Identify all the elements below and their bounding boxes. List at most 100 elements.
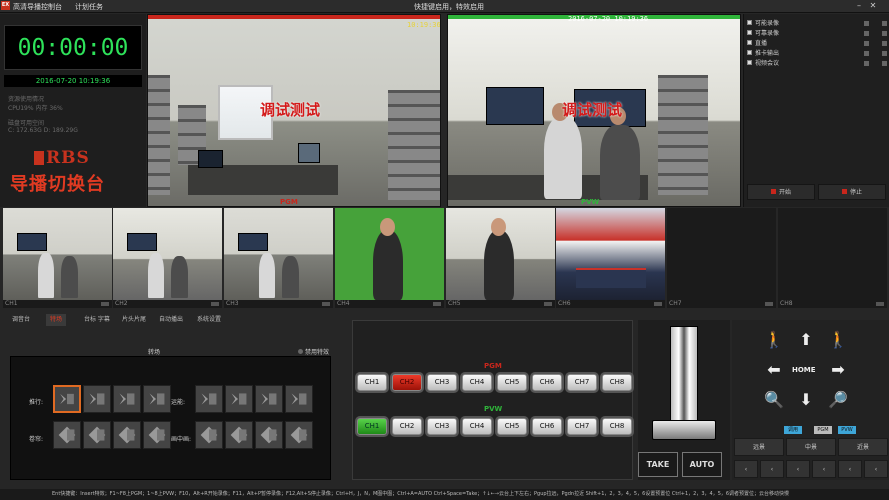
transition-fade-icon[interactable] (225, 385, 253, 413)
minimize-icon[interactable]: – (854, 1, 864, 11)
channel-thumb[interactable]: CH8 (778, 208, 887, 308)
close-icon[interactable]: ✕ (868, 1, 878, 11)
pvw-ch1-button[interactable]: CH1 (357, 418, 387, 435)
channel-thumb[interactable]: CH7 (667, 208, 776, 308)
preset-slot-button[interactable]: ‹ (838, 460, 862, 478)
preset-far[interactable]: 远景 (734, 438, 784, 456)
tab-audio[interactable]: 调音台 (12, 314, 30, 326)
disable-effects-toggle[interactable]: 禁用特效 (298, 347, 329, 356)
stop-button[interactable]: 停止 (818, 184, 886, 200)
zoom-in-icon[interactable]: 🔍 (762, 388, 786, 412)
transition-cross-icon[interactable] (195, 385, 223, 413)
pvw-timestamp: 2016-07-20 10:19:36 (568, 15, 649, 23)
arrow-down-icon[interactable]: ⬇ (794, 388, 818, 412)
brand-logo-text: RBS (46, 148, 90, 168)
transition-pgm2-icon[interactable] (285, 421, 313, 449)
task-item[interactable]: 可靠录像 (747, 30, 889, 38)
arrow-up-icon[interactable]: ⬆ (794, 328, 818, 352)
channel-thumb[interactable]: CH3 (224, 208, 333, 308)
transition-zoom-icon[interactable] (143, 421, 171, 449)
speaker-icon[interactable] (654, 302, 662, 306)
preset-mid[interactable]: 中景 (786, 438, 836, 456)
tab-auto-play[interactable]: 自动播出 (159, 314, 183, 326)
transition-box-icon[interactable] (113, 421, 141, 449)
pvw-ch4-button[interactable]: CH4 (462, 418, 492, 435)
pvw-ch6-button[interactable]: CH6 (532, 418, 562, 435)
preset-near[interactable]: 近景 (838, 438, 888, 456)
pgm-ch3-button[interactable]: CH3 (427, 374, 457, 391)
checkbox[interactable] (747, 40, 752, 45)
record-timer: 00:00:00 (4, 25, 142, 70)
tbar-panel: TAKE AUTO (638, 320, 730, 480)
pvw-chip[interactable]: PVW (838, 426, 856, 434)
transition-push-icon[interactable] (53, 385, 81, 413)
speaker-icon[interactable] (211, 302, 219, 306)
checkbox[interactable] (747, 30, 752, 35)
speaker-icon[interactable] (876, 302, 884, 306)
speaker-icon[interactable] (101, 302, 109, 306)
transition-uncover-icon[interactable] (83, 421, 111, 449)
status-banner: 快捷键启用，特效启用 (414, 3, 484, 11)
preset-slot-button[interactable]: ‹ (864, 460, 888, 478)
pvw-ch7-button[interactable]: CH7 (567, 418, 597, 435)
zoom-out-person-icon[interactable]: 🚶 (762, 328, 786, 352)
speaker-icon[interactable] (765, 302, 773, 306)
channel-thumb[interactable]: CH2 (113, 208, 222, 308)
speaker-icon[interactable] (322, 302, 330, 306)
recall-chip[interactable]: 调用 (784, 426, 802, 434)
pvw-ch5-button[interactable]: CH5 (497, 418, 527, 435)
pgm-ch8-button[interactable]: CH8 (602, 374, 632, 391)
task-item[interactable]: 可能录像 (747, 20, 889, 28)
transition-iris-icon[interactable] (195, 421, 223, 449)
task-item[interactable]: 推卡输出 (747, 50, 889, 58)
zoom-out-icon[interactable]: 🔎 (826, 388, 850, 412)
checkbox[interactable] (747, 60, 752, 65)
tab-settings[interactable]: 系统设置 (197, 314, 221, 326)
zoom-in-person-icon[interactable]: 🚶 (826, 328, 850, 352)
pgm-chip[interactable]: PGM (814, 426, 832, 434)
transition-wipe-icon[interactable] (83, 385, 111, 413)
preset-slot-button[interactable]: ‹ (812, 460, 836, 478)
pvw-ch2-button[interactable]: CH2 (392, 418, 422, 435)
transition-pip2-icon[interactable] (285, 385, 313, 413)
tab-intro-outro[interactable]: 片头片尾 (122, 314, 146, 326)
transition-cover-icon[interactable] (53, 421, 81, 449)
menu-schedule[interactable]: 计划任务 (75, 2, 103, 12)
start-button[interactable]: 开始 (747, 184, 815, 200)
tbar-handle[interactable] (652, 420, 716, 440)
transition-slide-icon[interactable] (113, 385, 141, 413)
pgm-ch1-button[interactable]: CH1 (357, 374, 387, 391)
pvw-ch3-button[interactable]: CH3 (427, 418, 457, 435)
preset-slot-button[interactable]: ‹ (786, 460, 810, 478)
pgm-ch4-button[interactable]: CH4 (462, 374, 492, 391)
channel-thumb[interactable]: CH5 (446, 208, 555, 308)
transition-pgm-icon[interactable] (255, 421, 283, 449)
transition-grid-icon[interactable] (225, 421, 253, 449)
auto-button[interactable]: AUTO (682, 452, 722, 477)
speaker-icon[interactable] (433, 302, 441, 306)
transition-split-icon[interactable] (143, 385, 171, 413)
tab-transition[interactable]: 特场 (46, 314, 67, 326)
tab-logo-caption[interactable]: 台标 字幕 (84, 314, 110, 326)
pvw-ch8-button[interactable]: CH8 (602, 418, 632, 435)
task-item[interactable]: 直播 (747, 40, 889, 48)
pgm-ch2-button[interactable]: CH2 (392, 374, 422, 391)
pgm-ch7-button[interactable]: CH7 (567, 374, 597, 391)
checkbox[interactable] (747, 20, 752, 25)
home-button[interactable]: HOME (792, 366, 816, 374)
channel-thumb[interactable]: CH4 (335, 208, 444, 308)
checkbox[interactable] (747, 50, 752, 55)
channel-thumb[interactable]: CH6 (556, 208, 665, 308)
task-item[interactable]: 视频会议 (747, 60, 889, 68)
arrow-right-icon[interactable]: ➡ (826, 358, 850, 382)
hotkey-hint-bar: Ent快捷键：Insert特效；F1~F8上PGM；1~8上PVW；F10，Al… (0, 489, 889, 500)
pgm-ch5-button[interactable]: CH5 (497, 374, 527, 391)
channel-thumb[interactable]: CH1 (3, 208, 112, 308)
speaker-icon[interactable] (544, 302, 552, 306)
pgm-ch6-button[interactable]: CH6 (532, 374, 562, 391)
take-button[interactable]: TAKE (638, 452, 678, 477)
preset-slot-button[interactable]: ‹ (760, 460, 784, 478)
arrow-left-icon[interactable]: ⬅ (762, 358, 786, 382)
transition-pip-icon[interactable] (255, 385, 283, 413)
preset-slot-button[interactable]: ‹ (734, 460, 758, 478)
